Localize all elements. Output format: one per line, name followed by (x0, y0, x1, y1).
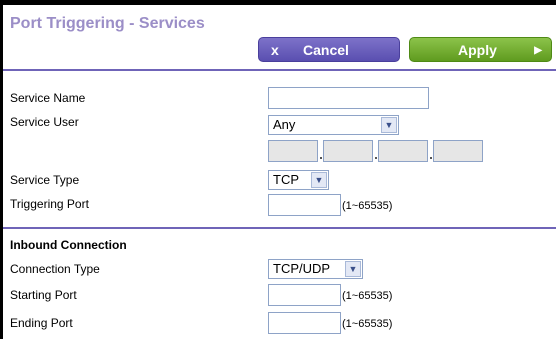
section-divider (3, 227, 556, 229)
starting-port-range: (1~65535) (342, 290, 393, 302)
chevron-down-icon[interactable]: ▼ (311, 172, 327, 188)
connection-type-select[interactable]: TCP/UDP ▼ (268, 259, 363, 279)
ending-port-input[interactable] (268, 312, 341, 334)
chevron-down-icon[interactable]: ▼ (345, 261, 361, 277)
starting-port-input[interactable] (268, 284, 341, 306)
inbound-heading: Inbound Connection (10, 238, 127, 252)
service-user-value: Any (273, 117, 296, 132)
service-user-select[interactable]: Any ▼ (268, 115, 399, 135)
ip-separator-dot (375, 157, 377, 159)
close-icon: x (271, 42, 279, 58)
header-divider (3, 69, 556, 71)
ip-octet-4-input[interactable] (433, 140, 483, 162)
cancel-button-label: Cancel (303, 42, 349, 58)
ip-octet-2-input[interactable] (323, 140, 373, 162)
ip-separator-dot (320, 157, 322, 159)
service-type-select[interactable]: TCP ▼ (268, 170, 329, 190)
apply-button-label: Apply (458, 42, 497, 58)
ending-port-label: Ending Port (10, 316, 73, 330)
ip-octet-3-input[interactable] (378, 140, 428, 162)
service-type-value: TCP (273, 172, 299, 187)
service-name-input[interactable] (268, 87, 429, 109)
window-left-border (0, 0, 3, 339)
ip-separator-dot (430, 157, 432, 159)
page-title: Port Triggering - Services (10, 15, 205, 32)
ip-octet-1-input[interactable] (268, 140, 318, 162)
service-name-label: Service Name (10, 91, 86, 105)
service-user-label: Service User (10, 115, 79, 129)
connection-type-value: TCP/UDP (273, 261, 331, 276)
arrow-right-icon: ▶ (534, 45, 542, 56)
triggering-port-range: (1~65535) (342, 200, 393, 212)
cancel-button[interactable]: x Cancel (258, 37, 400, 62)
window-top-border (0, 0, 556, 5)
service-type-label: Service Type (10, 173, 80, 187)
triggering-port-label: Triggering Port (10, 197, 89, 211)
ending-port-range: (1~65535) (342, 318, 393, 330)
connection-type-label: Connection Type (10, 262, 100, 276)
triggering-port-input[interactable] (268, 194, 341, 216)
apply-button[interactable]: Apply ▶ (409, 37, 552, 62)
starting-port-label: Starting Port (10, 288, 77, 302)
chevron-down-icon[interactable]: ▼ (381, 117, 397, 133)
